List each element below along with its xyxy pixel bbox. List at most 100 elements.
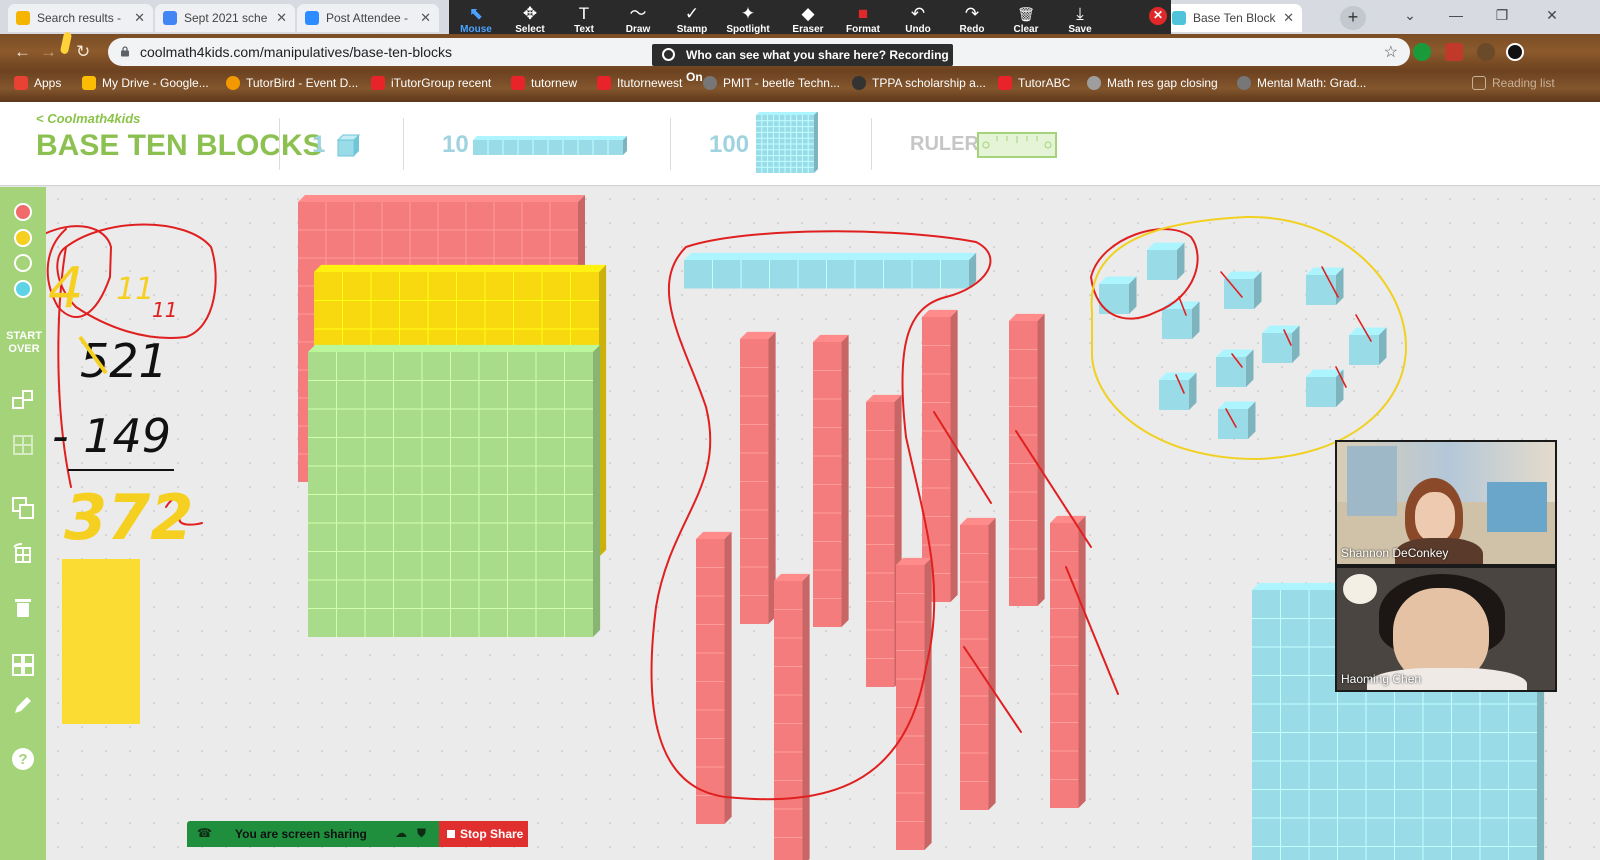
header-divider: [670, 118, 671, 170]
coolmath-back-link[interactable]: < Coolmath4kids: [36, 111, 140, 126]
bookmark-tutorabc[interactable]: TutorABC: [998, 76, 1070, 90]
video-tile-teacher[interactable]: Shannon DeConkey: [1335, 440, 1557, 566]
stop-share-button[interactable]: Stop Share: [439, 821, 528, 847]
reload-icon[interactable]: ↻: [76, 42, 90, 62]
cursor-icon: ⬉: [468, 4, 484, 23]
tutorbird-icon: [226, 76, 240, 90]
tool-undo[interactable]: ↶ Undo: [893, 4, 943, 35]
help-icon[interactable]: ?: [11, 747, 35, 771]
blue-color-swatch[interactable]: [14, 280, 32, 298]
bookmark-tppa[interactable]: TPPA scholarship a...: [852, 76, 986, 90]
restore-icon[interactable]: ❐: [1480, 0, 1524, 30]
google-drive-icon: [16, 11, 30, 25]
tool-stamp[interactable]: ✓ Stamp: [667, 4, 717, 35]
bookmark-math-res[interactable]: Math res gap closing: [1087, 76, 1218, 90]
tool-eraser[interactable]: ◆ Eraser: [783, 4, 833, 35]
app-header: < Coolmath4kids BASE TEN BLOCKS 1 10 100…: [0, 102, 1600, 186]
tab-base-ten-blocks[interactable]: Base Ten Block ✕: [1164, 4, 1302, 32]
drag-handle-icon[interactable]: ☎: [197, 826, 212, 840]
ruler-tool[interactable]: [977, 132, 1057, 158]
tool-mouse[interactable]: ⬉ Mouse: [451, 4, 501, 35]
handwritten-minuend: 521: [80, 334, 168, 388]
rotate-icon[interactable]: [11, 543, 35, 567]
handwritten-regroup-mark: 11: [116, 272, 154, 307]
close-icon[interactable]: ✕: [270, 10, 287, 26]
ten-rod-icon[interactable]: [473, 136, 627, 155]
tool-save[interactable]: ⤓ Save: [1055, 4, 1105, 35]
bookmark-pmit[interactable]: PMIT - beetle Techn...: [703, 76, 840, 90]
tab-post-attendee[interactable]: Post Attendee - ✕: [297, 4, 439, 32]
cross-out-ink: [1015, 430, 1092, 548]
tool-format[interactable]: ■ Format: [838, 4, 888, 35]
group-icon[interactable]: [11, 388, 35, 412]
calculator-icon[interactable]: [11, 653, 35, 677]
close-icon[interactable]: ✕: [128, 10, 145, 26]
tab-sept-schedule[interactable]: Sept 2021 sche ✕: [155, 4, 295, 32]
hundred-flat-icon[interactable]: [756, 112, 818, 173]
new-tab-button[interactable]: +: [1340, 6, 1366, 30]
one-cube-block[interactable]: [334, 132, 360, 158]
bookmark-label: Itutornewest: [617, 76, 683, 90]
bookmark-label: Math res gap closing: [1107, 76, 1218, 90]
share-status-text: You are screen sharing: [235, 827, 367, 841]
ungroup-icon[interactable]: [11, 433, 35, 457]
lock-icon: [121, 46, 129, 57]
close-annotation-icon[interactable]: ✕: [1149, 7, 1167, 25]
bookmark-label: TPPA scholarship a...: [872, 76, 986, 90]
itutor-icon: [371, 76, 385, 90]
close-icon[interactable]: ✕: [414, 10, 431, 26]
tab-label: Sept 2021 sche: [184, 11, 268, 25]
tool-redo[interactable]: ↷ Redo: [947, 4, 997, 35]
duplicate-icon[interactable]: [11, 496, 35, 520]
bookmark-tutornew[interactable]: tutornew: [511, 76, 577, 90]
recording-notice[interactable]: Who can see what you share here? Recordi…: [652, 44, 953, 84]
bookmark-itutornewest[interactable]: Itutornewest: [597, 76, 682, 90]
reading-list[interactable]: Reading list: [1472, 76, 1555, 90]
extension-icon[interactable]: [1445, 43, 1463, 61]
minimize-icon[interactable]: —: [1434, 0, 1478, 30]
tool-draw[interactable]: 〜 Draw: [613, 4, 663, 35]
profile-avatar[interactable]: [1506, 43, 1524, 61]
tool-clear[interactable]: 🗑 Clear: [1001, 4, 1051, 35]
participant-name: Shannon DeConkey: [1341, 546, 1449, 560]
url-text: coolmath4kids.com/manipulatives/base-ten…: [140, 44, 453, 60]
cross-out-ink: [963, 646, 1022, 733]
red-color-swatch[interactable]: [14, 203, 32, 221]
green-color-swatch[interactable]: [14, 254, 32, 272]
start-over-button[interactable]: START OVER: [4, 330, 44, 356]
window-close-icon[interactable]: ✕: [1530, 0, 1574, 30]
bookmark-label: Reading list: [1492, 76, 1555, 90]
save-icon: ⤓: [1076, 4, 1084, 23]
trash-icon[interactable]: [11, 595, 35, 619]
video-tile-student[interactable]: Haoming Chen: [1335, 566, 1557, 692]
bookmark-apps[interactable]: Apps: [14, 76, 61, 90]
forward-arrow-icon[interactable]: →: [40, 42, 57, 62]
stop-share-label: Stop Share: [460, 827, 524, 841]
tool-text[interactable]: T Text: [559, 4, 609, 35]
cross-out-ink: [1065, 566, 1119, 695]
bookmark-mental-math[interactable]: Mental Math: Grad...: [1237, 76, 1366, 90]
bookmark-star-icon[interactable]: ☆: [1384, 42, 1398, 62]
yellow-color-swatch[interactable]: [14, 229, 32, 247]
draw-icon: 〜: [629, 4, 647, 23]
tool-select[interactable]: ✥ Select: [505, 4, 555, 35]
tab-search-icon[interactable]: ⌄: [1388, 0, 1432, 30]
pencil-icon[interactable]: [11, 693, 35, 717]
puzzle-icon[interactable]: [1477, 43, 1495, 61]
palette-ten-label: 10: [442, 131, 469, 158]
itutor-icon: [597, 76, 611, 90]
tab-search-results[interactable]: Search results - ✕: [8, 4, 153, 32]
hundred-flat-block[interactable]: [755, 112, 819, 176]
tool-spotlight[interactable]: ✦ Spotlight: [723, 4, 773, 35]
red-loop-ink: [650, 230, 992, 801]
extension-icon[interactable]: [1413, 43, 1431, 61]
bookmark-my-drive[interactable]: My Drive - Google...: [82, 76, 209, 90]
google-docs-icon: [163, 11, 177, 25]
close-icon[interactable]: ✕: [1277, 10, 1294, 26]
palette-hundred-label: 100: [709, 131, 750, 158]
back-arrow-icon[interactable]: ←: [14, 42, 31, 62]
ten-rod-block[interactable]: [472, 135, 628, 157]
bookmark-itutorgroup[interactable]: iTutorGroup recent: [371, 76, 491, 90]
bookmark-tutorbird[interactable]: TutorBird - Event D...: [226, 76, 358, 90]
undo-icon: ↶: [910, 4, 926, 23]
